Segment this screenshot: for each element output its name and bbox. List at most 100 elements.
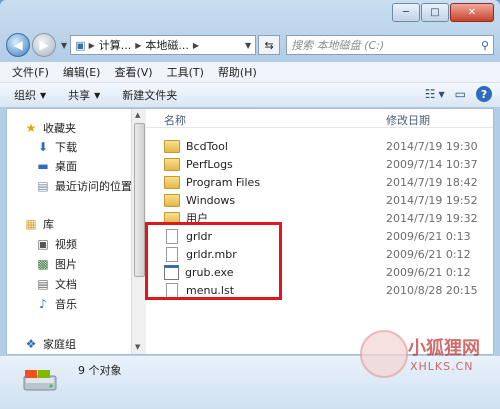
- file-name-cell: BcdTool: [164, 139, 228, 153]
- nav-label: 音乐: [55, 298, 77, 311]
- chevron-down-icon[interactable]: ▼: [439, 90, 445, 99]
- watermark-url: XHLKS.CN: [410, 360, 474, 373]
- column-headers: 名称 修改日期: [146, 109, 493, 128]
- navigation-pane: ★ 收藏夹 ⬇ 下载 ▬ 桌面 ▤ 最近访问的位置 ▦ 库 ▣ 视频 ▩ 图片 …: [7, 109, 131, 354]
- address-dropdown-chevron-icon[interactable]: ▼: [245, 41, 251, 50]
- downloads-folder-icon: ⬇: [37, 140, 49, 154]
- chevron-down-icon: ▼: [94, 90, 101, 100]
- nav-downloads[interactable]: ⬇ 下载: [35, 138, 77, 156]
- window-controls: ─ □ ✕: [391, 3, 494, 22]
- preview-pane-icon[interactable]: ▭: [455, 87, 466, 101]
- share-button[interactable]: 共享 ▼: [68, 87, 100, 103]
- menu-view[interactable]: 查看(V): [114, 64, 152, 80]
- file-date: 2014/7/19 18:42: [386, 175, 478, 189]
- explorer-window: ─ □ ✕ ◀ ▶ ▼ ▣ ▶ 计算... ▶ 本地磁... ▶ ▼ ⇆ 搜索 …: [0, 0, 500, 409]
- item-count: 9 个对象: [78, 364, 122, 377]
- refresh-icon: ⇆: [264, 38, 274, 52]
- file-date: 2009/6/21 0:12: [386, 265, 471, 279]
- nav-label: 最近访问的位置: [55, 180, 131, 193]
- library-icon: ▦: [25, 217, 37, 231]
- nav-pictures[interactable]: ▩ 图片: [35, 255, 77, 273]
- star-icon: ★: [25, 121, 37, 135]
- navigation-scrollbar[interactable]: ▲ ▼: [131, 109, 146, 354]
- back-arrow-icon: ◀: [13, 38, 23, 52]
- local-disk-icon: [23, 370, 57, 391]
- computer-icon: ▣: [75, 38, 86, 52]
- scroll-up-icon[interactable]: ▲: [135, 111, 140, 119]
- file-date: 2014/7/19 19:52: [386, 193, 478, 207]
- menu-help[interactable]: 帮助(H): [218, 64, 257, 80]
- folder-icon: [164, 193, 180, 207]
- help-icon[interactable]: ?: [476, 86, 492, 102]
- file-name: Program Files: [186, 175, 261, 189]
- breadcrumb-computer[interactable]: 计算...: [99, 37, 132, 53]
- nav-music[interactable]: ♪ 音乐: [35, 295, 77, 313]
- nav-recent-places[interactable]: ▤ 最近访问的位置: [35, 177, 131, 195]
- scroll-down-icon[interactable]: ▼: [135, 343, 140, 351]
- file-date: 2009/7/14 10:37: [386, 157, 478, 171]
- recent-pages-chevron-icon[interactable]: ▼: [61, 41, 67, 50]
- column-name[interactable]: 名称: [164, 112, 186, 128]
- highlight-box: [145, 222, 282, 300]
- nav-homegroup[interactable]: ❖ 家庭组: [23, 335, 76, 353]
- nav-label: 桌面: [55, 160, 77, 173]
- file-name: PerfLogs: [186, 157, 233, 171]
- search-icon[interactable]: ⚲: [481, 39, 489, 52]
- table-row[interactable]: Program Files 2014/7/19 18:42: [146, 173, 493, 191]
- nav-label: 库: [43, 218, 54, 231]
- chevron-down-icon: ▼: [40, 90, 47, 100]
- table-row[interactable]: Windows 2014/7/19 19:52: [146, 191, 493, 209]
- music-icon: ♪: [39, 297, 47, 311]
- minimize-button[interactable]: ─: [392, 3, 420, 22]
- new-folder-label: 新建文件夹: [122, 89, 178, 102]
- nav-libraries[interactable]: ▦ 库: [23, 215, 54, 233]
- table-row[interactable]: PerfLogs 2009/7/14 10:37: [146, 155, 493, 173]
- file-date: 2009/6/21 0:13: [386, 229, 471, 243]
- file-name-cell: Windows: [164, 193, 236, 207]
- new-folder-button[interactable]: 新建文件夹: [122, 87, 177, 103]
- nav-videos[interactable]: ▣ 视频: [35, 235, 77, 253]
- chevron-right-icon[interactable]: ▶: [193, 41, 199, 50]
- menu-bar: 文件(F) 编辑(E) 查看(V) 工具(T) 帮助(H): [0, 62, 500, 83]
- watermark-title: 小狐狸网: [408, 338, 480, 359]
- maximize-button[interactable]: □: [421, 3, 449, 22]
- view-controls: ☷ ▼ ▭ ?: [415, 86, 492, 102]
- forward-button[interactable]: ▶: [32, 33, 56, 57]
- view-options-icon[interactable]: ☷: [425, 87, 436, 101]
- picture-icon: ▩: [37, 257, 49, 271]
- chevron-right-icon[interactable]: ▶: [135, 41, 141, 50]
- nav-favorites[interactable]: ★ 收藏夹: [23, 119, 76, 137]
- file-name: Windows: [186, 193, 236, 207]
- folder-icon: [164, 157, 180, 171]
- nav-label: 文档: [55, 278, 77, 291]
- menu-edit[interactable]: 编辑(E): [63, 64, 101, 80]
- nav-desktop[interactable]: ▬ 桌面: [35, 157, 77, 175]
- close-button[interactable]: ✕: [450, 3, 494, 22]
- column-date-modified[interactable]: 修改日期: [386, 112, 430, 128]
- menu-tools[interactable]: 工具(T): [167, 64, 204, 80]
- chevron-right-icon[interactable]: ▶: [89, 41, 95, 50]
- file-date: 2010/8/28 20:15: [386, 283, 478, 297]
- organize-button[interactable]: 组织 ▼: [14, 87, 46, 103]
- video-icon: ▣: [37, 237, 49, 251]
- nav-documents[interactable]: ▤ 文档: [35, 275, 77, 293]
- file-date: 2014/7/19 19:32: [386, 211, 478, 225]
- refresh-button[interactable]: ⇆: [258, 35, 281, 55]
- nav-label: 图片: [55, 258, 77, 271]
- address-row: ◀ ▶ ▼ ▣ ▶ 计算... ▶ 本地磁... ▶ ▼ ⇆ 搜索 本地磁盘 (…: [6, 32, 494, 58]
- file-name-cell: PerfLogs: [164, 157, 233, 171]
- table-row[interactable]: BcdTool 2014/7/19 19:30: [146, 137, 493, 155]
- back-button[interactable]: ◀: [6, 33, 30, 57]
- watermark: 小狐狸网 XHLKS.CN: [360, 318, 490, 406]
- menu-file[interactable]: 文件(F): [12, 64, 49, 80]
- search-placeholder: 搜索 本地磁盘 (C:): [291, 39, 385, 52]
- organize-label: 组织: [14, 89, 36, 102]
- forward-arrow-icon: ▶: [39, 38, 49, 52]
- address-bar[interactable]: ▣ ▶ 计算... ▶ 本地磁... ▶ ▼: [70, 35, 257, 55]
- folder-icon: [164, 139, 180, 153]
- breadcrumb-local-disk[interactable]: 本地磁...: [145, 37, 189, 53]
- search-input[interactable]: 搜索 本地磁盘 (C:) ⚲: [286, 35, 494, 55]
- file-name-cell: Program Files: [164, 175, 261, 189]
- scrollbar-thumb[interactable]: [134, 123, 145, 277]
- desktop-icon: ▬: [37, 159, 49, 173]
